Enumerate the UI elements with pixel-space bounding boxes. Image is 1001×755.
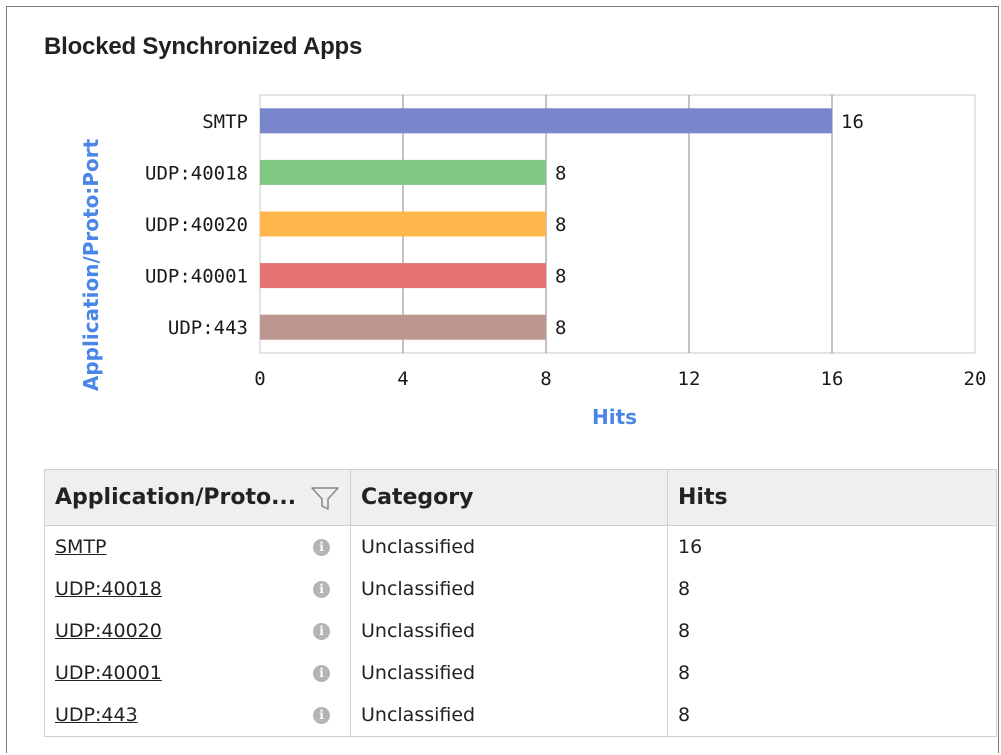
cell-hits: 16 <box>667 525 997 568</box>
bar-chart: SMTP 16 UDP:40018 8 UDP:40020 8 UDP:40001 8 UDP:… <box>79 94 987 429</box>
table-row: UDP:40001 i Unclassified 8 <box>44 652 997 694</box>
cell-category: Unclassified <box>350 694 668 737</box>
cell-category: Unclassified <box>350 568 668 610</box>
cell-hits: 8 <box>667 652 997 694</box>
app-link[interactable]: UDP:40020 <box>55 620 162 642</box>
bar <box>260 159 546 185</box>
table-row: SMTP i Unclassified 16 <box>44 525 997 568</box>
category-label: SMTP <box>202 111 248 133</box>
x-tick-label: 0 <box>254 368 265 390</box>
cell-category: Unclassified <box>350 652 668 694</box>
cell-hits: 8 <box>667 694 997 737</box>
app-link[interactable]: UDP:40001 <box>55 662 162 684</box>
x-tick-label: 16 <box>821 368 844 390</box>
x-tick-label: 20 <box>964 368 987 390</box>
column-header-hits[interactable]: Hits <box>667 469 997 526</box>
x-tick-label: 8 <box>540 368 551 390</box>
cell-category: Unclassified <box>350 610 668 652</box>
cell-hits: 8 <box>667 610 997 652</box>
data-label: 8 <box>555 317 566 339</box>
bar <box>260 108 832 134</box>
x-axis-label: Hits <box>592 405 637 429</box>
cell-app: SMTP i <box>44 525 351 568</box>
app-link[interactable]: UDP:443 <box>55 704 138 726</box>
info-icon[interactable]: i <box>313 538 330 556</box>
table-row: UDP:40020 i Unclassified 8 <box>44 610 997 652</box>
bar <box>260 211 546 237</box>
cell-hits: 8 <box>667 568 997 610</box>
data-label: 8 <box>555 214 566 236</box>
cell-category: Unclassified <box>350 525 668 568</box>
cell-app: UDP:443 i <box>44 694 351 737</box>
category-label: UDP:40018 <box>145 162 248 184</box>
cell-app: UDP:40018 i <box>44 568 351 610</box>
info-icon[interactable]: i <box>313 706 330 724</box>
table-header-row: Application/Proto... Category Hits <box>44 469 997 526</box>
cell-app: UDP:40020 i <box>44 610 351 652</box>
y-axis-label: Application/Proto:Port <box>79 138 103 391</box>
info-icon[interactable]: i <box>313 580 330 598</box>
table-row: UDP:40018 i Unclassified 8 <box>44 568 997 610</box>
column-header-app-label: Application/Proto... <box>55 485 297 510</box>
column-header-app[interactable]: Application/Proto... <box>44 469 351 526</box>
info-icon[interactable]: i <box>313 622 330 640</box>
cell-app: UDP:40001 i <box>44 652 351 694</box>
x-tick-label: 12 <box>678 368 701 390</box>
info-icon[interactable]: i <box>313 664 330 682</box>
category-label: UDP:40001 <box>145 266 248 288</box>
table-row: UDP:443 i Unclassified 8 <box>44 694 997 737</box>
bar <box>260 263 546 289</box>
app-link[interactable]: UDP:40018 <box>55 578 162 600</box>
data-label: 8 <box>555 162 566 184</box>
blocked-apps-widget: Blocked Synchronized Apps SMTP 16 UDP:4001… <box>6 6 999 753</box>
category-label: UDP:40020 <box>145 214 248 236</box>
x-tick-label: 4 <box>397 368 408 390</box>
apps-table: Application/Proto... Category Hits SMTP … <box>44 469 997 737</box>
data-label: 8 <box>555 266 566 288</box>
column-header-category[interactable]: Category <box>350 469 668 526</box>
app-link[interactable]: SMTP <box>55 536 107 558</box>
filter-icon[interactable] <box>310 485 340 511</box>
bar <box>260 314 546 340</box>
data-label: 16 <box>841 111 864 133</box>
category-label: UDP:443 <box>168 317 248 339</box>
